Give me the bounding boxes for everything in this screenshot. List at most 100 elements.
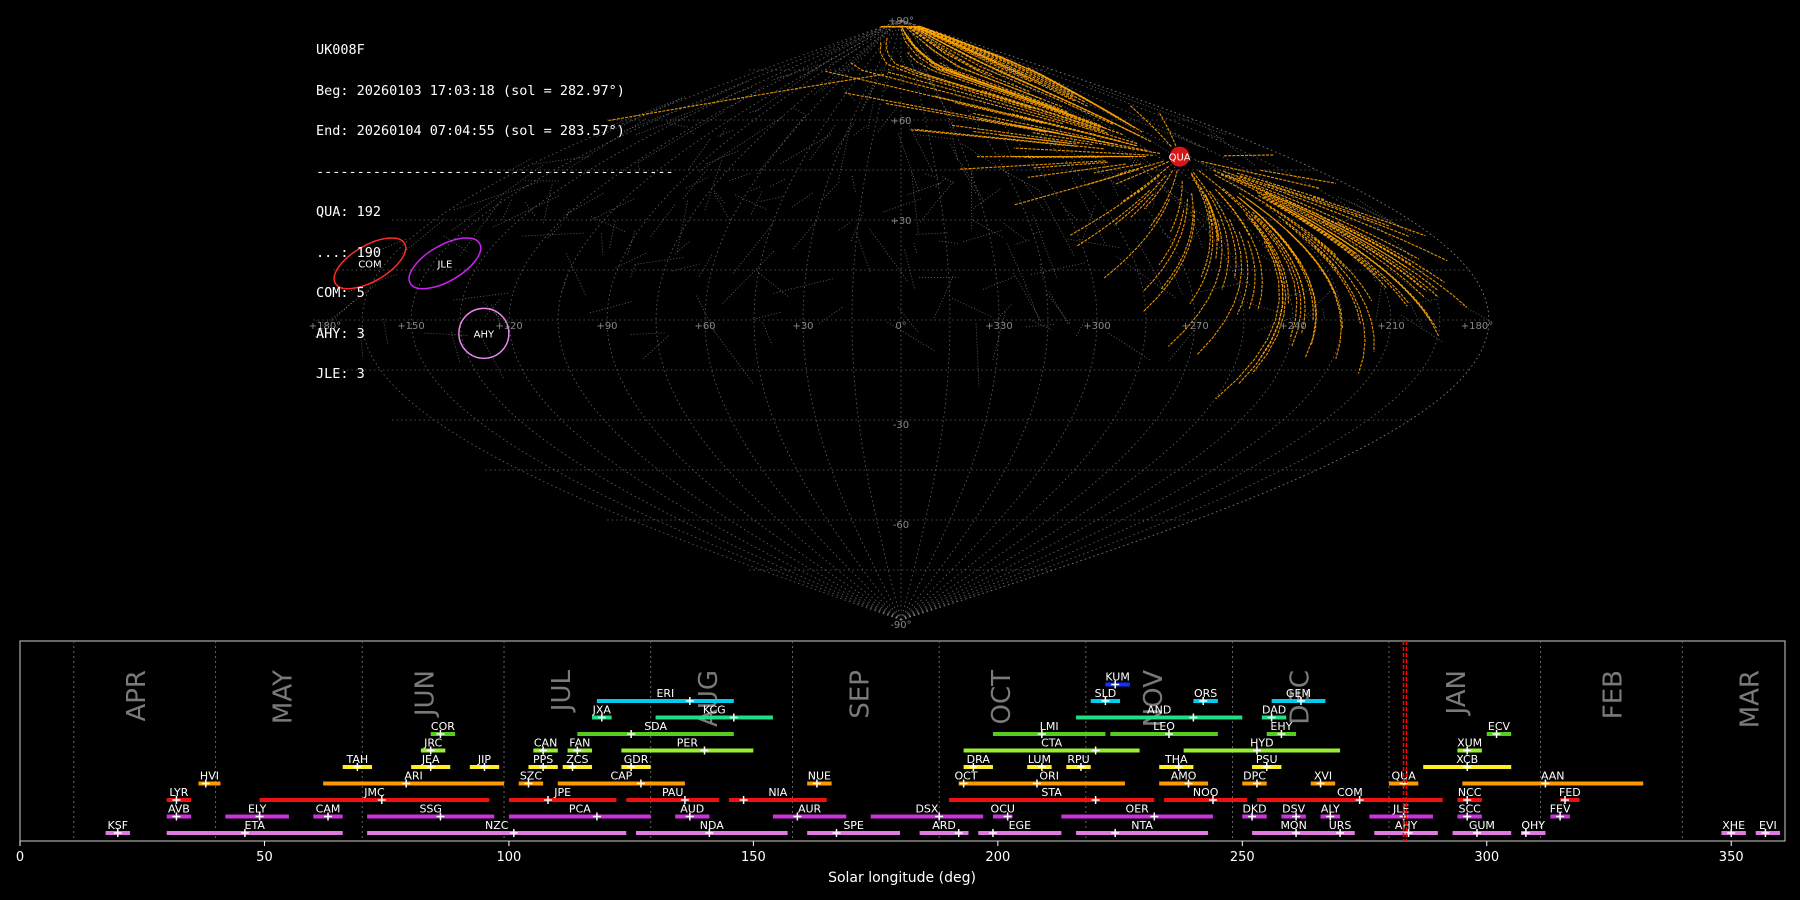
ra-tick-label: +300 [1083,321,1110,332]
qua-trail [915,26,1075,102]
count-ahy: AHY: 3 [316,325,365,342]
sporadic-trail [869,228,909,282]
sporadic-trail [762,322,773,346]
ra-tick-label: +270 [1181,321,1208,332]
shower-label: DPC [1243,770,1266,783]
sporadic-trail [777,74,793,78]
sporadic-trail [1030,262,1087,276]
shower-label: CTA [1041,737,1063,750]
qua-trail [1265,221,1314,321]
sporadic-trail [673,241,690,256]
shower-label: ARI [404,770,422,783]
qua-trail [1270,200,1408,307]
sporadic-trail [1013,272,1043,323]
sporadic-trail [713,190,726,204]
sporadic-trail [952,297,993,318]
sporadic-trail [732,223,774,274]
shower-label: RPU [1067,753,1089,766]
qua-trail [1027,163,1126,178]
qua-trail [1013,173,1123,206]
shower-label: PPS [533,753,553,766]
sporadic-trail [1006,242,1027,286]
shower-label: DAD [1262,704,1286,717]
sporadic-trail [1033,230,1045,234]
sporadic-trail [771,64,818,81]
shower-label: PCA [569,803,591,816]
dec-tick-label: +60 [890,116,911,127]
month-label: JUN [410,670,440,718]
month-label: MAY [269,670,299,724]
shower-label: XVI [1314,770,1332,783]
x-tick-label: 250 [1230,850,1255,865]
month-label: MAR [1735,670,1765,728]
shower-label: HYD [1250,737,1273,750]
sporadic-trail [1206,134,1224,140]
sporadic-trail [867,101,874,132]
shower-label: ECV [1488,720,1511,733]
shower-label: EGE [1009,819,1031,832]
qua-trail [1250,218,1287,374]
sporadic-trail [1189,211,1203,248]
sporadic-trail [1047,293,1071,324]
shower-label: PER [677,737,699,750]
sporadic-trail [809,124,836,161]
shower-label: CAM [316,803,341,816]
shower-label: NUE [808,770,831,783]
shower-label: SLD [1095,687,1117,700]
dec-tick-label: -30 [893,420,909,431]
timeline-x-axis: 0 50 100 150 200 250 300 350 [16,841,1744,865]
qua-trail [1266,204,1347,270]
sporadic-trail [1021,179,1045,211]
sporadic-trail [1400,314,1444,343]
sporadic-trail [818,306,844,324]
sporadic-trail [1002,222,1027,241]
dec-tick-label: -60 [893,520,909,531]
shower-label: GDR [624,753,649,766]
sporadic-trail [676,200,689,254]
shower-label: COR [431,720,455,733]
sporadic-trail [856,233,871,273]
sporadic-trail [916,134,956,140]
x-tick-label: 50 [256,850,273,865]
sporadic-trail [837,222,851,232]
x-tick-label: 300 [1474,850,1499,865]
sporadic-trail [713,191,730,221]
sporadic-trail [790,192,813,209]
sporadic-trail [1174,276,1183,296]
shower-label: JIP [477,753,491,766]
shower-label: STA [1041,786,1062,799]
month-label: JUL [547,669,577,713]
shower-label: ORI [1039,770,1059,783]
shower-label: TAH [346,753,369,766]
sporadic-trail [981,276,1015,291]
shower-label: XUM [1457,737,1482,750]
sporadic-trail [753,311,781,320]
count-jle: JLE: 3 [316,366,365,382]
ra-tick-label: +240 [1279,321,1306,332]
sporadic-trail [995,153,1021,159]
ra-tick-label: 0° [895,321,906,332]
sporadic-trail [822,27,893,91]
sky-map: QUACOM JLEAHY +180° +150 +120 +90 +60 +30 0° +33… [309,16,1493,630]
sporadic-trail [750,190,763,215]
sporadic-trail [1025,285,1041,323]
sporadic-trail [825,26,887,56]
ra-tick-label: +30 [792,321,813,332]
x-tick-label: 350 [1719,850,1744,865]
sporadic-trail [972,219,1003,238]
shower-timeline: APR MAY JUN JUL AUG SEP OCT NOV DEC JAN FEB MAR KSF… [16,640,1786,886]
sporadic-trail [916,232,949,235]
shower-label: PSU [1256,753,1278,766]
shower-label: CAN [534,737,557,750]
shower-label: JXA [592,704,612,717]
qua-trail [914,26,1032,83]
shower-label: KSF [108,819,129,832]
sporadic-trail [733,193,767,210]
shower-label: LUM [1028,753,1051,766]
sporadic-trail [719,128,727,137]
qua-trail [973,112,1096,140]
sporadic-trail [851,175,857,194]
sporadic-trail [721,250,774,305]
sporadic-trail [939,240,959,244]
month-label: FEB [1598,670,1628,719]
